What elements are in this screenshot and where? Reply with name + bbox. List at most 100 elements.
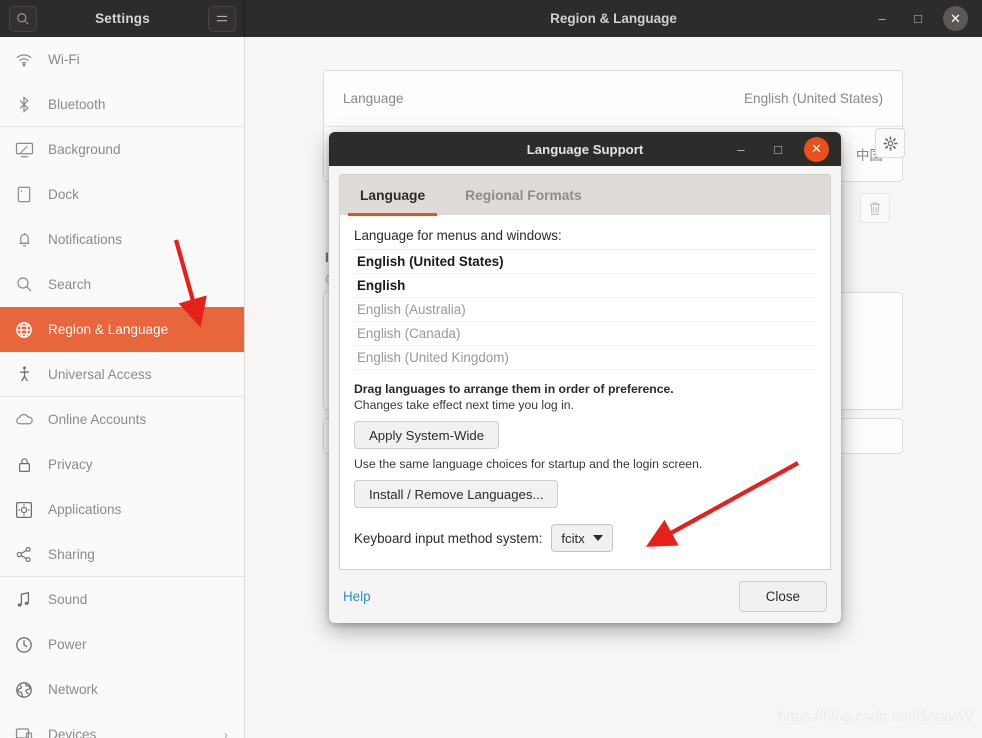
main-headerbar: Region & Language – □ ✕ (245, 0, 982, 37)
sidebar-item-background[interactable]: Background (0, 127, 244, 172)
watermark: https://blog.csdn.net/djstavaV (778, 708, 974, 725)
sidebar-item-label: Privacy (48, 457, 93, 472)
dialog-tabs: Language Regional Formats (339, 174, 831, 216)
network-globe-icon (14, 681, 34, 699)
apply-system-wide-button[interactable]: Apply System-Wide (354, 421, 500, 449)
sidebar-item-label: Bluetooth (48, 96, 106, 112)
sidebar-item-online-accounts[interactable]: Online Accounts (0, 397, 244, 442)
list-item[interactable]: English (Canada) (354, 322, 816, 346)
language-row[interactable]: Language English (United States) (324, 71, 902, 126)
input-method-row: Keyboard input method system: fcitx (354, 524, 816, 552)
dialog-window-controls: – □ ✕ (730, 136, 841, 162)
close-dialog-button[interactable]: Close (738, 581, 827, 612)
drag-hint-bold: Drag languages to arrange them in order … (354, 382, 674, 396)
input-method-dropdown[interactable]: fcitx (551, 524, 613, 552)
install-remove-languages-button[interactable]: Install / Remove Languages... (354, 480, 559, 508)
list-item[interactable]: English (354, 274, 816, 298)
chevron-right-icon: › (224, 727, 228, 738)
sidebar-item-label: Background (48, 142, 121, 157)
minimize-button[interactable]: – (871, 8, 893, 30)
drag-hint: Changes take effect next time you log in… (354, 398, 574, 412)
sidebar-item-sound[interactable]: Sound (0, 577, 244, 622)
language-row-value: English (United States) (743, 91, 883, 106)
maximize-button[interactable]: □ (907, 8, 929, 30)
help-link[interactable]: Help (343, 589, 371, 604)
sidebar-item-devices[interactable]: Devices › (0, 712, 244, 738)
sidebar-item-power[interactable]: Power (0, 622, 244, 667)
sidebar-item-label: Network (48, 682, 98, 697)
sidebar-item-label: Region & Language (48, 322, 169, 337)
dialog-close-button[interactable]: ✕ (804, 136, 829, 162)
search-icon (14, 276, 34, 293)
dialog-maximize-button[interactable]: □ (767, 138, 789, 160)
sidebar-item-universal-access[interactable]: Universal Access (0, 352, 244, 397)
sidebar-item-notifications[interactable]: Notifications (0, 217, 244, 262)
cloud-icon (14, 413, 34, 427)
sidebar: Wi-Fi Bluetooth Background Dock Notifica… (0, 37, 245, 738)
tab-regional-formats[interactable]: Regional Formats (445, 175, 602, 216)
input-method-label: Keyboard input method system: (354, 530, 543, 546)
sidebar-item-search[interactable]: Search (0, 262, 244, 307)
accessibility-icon (14, 365, 34, 383)
panel-label: Language for menus and windows: (354, 228, 562, 243)
sidebar-item-wifi[interactable]: Wi-Fi (0, 37, 244, 82)
search-button[interactable] (9, 5, 37, 32)
language-row-label: Language (343, 91, 404, 106)
sidebar-item-dock[interactable]: Dock (0, 172, 244, 217)
dialog-minimize-button[interactable]: – (730, 138, 752, 160)
dialog-footer: Help Close (329, 570, 841, 623)
gear-icon (882, 135, 898, 151)
settings-title: Settings (95, 11, 150, 26)
power-icon (14, 636, 34, 654)
sidebar-item-bluetooth[interactable]: Bluetooth (0, 82, 244, 127)
bluetooth-icon (14, 95, 34, 113)
background-icon (14, 142, 34, 158)
dialog-content: Language Regional Formats Language for m… (329, 166, 841, 570)
chevron-down-icon (592, 535, 603, 541)
list-item[interactable]: English (United States) (354, 250, 816, 274)
window-controls: – □ ✕ (871, 6, 982, 31)
search-icon (17, 12, 29, 25)
lock-icon (14, 456, 34, 474)
sidebar-item-label: Notifications (48, 232, 123, 247)
sidebar-item-label: Search (48, 277, 92, 292)
bell-icon (14, 231, 34, 248)
apply-hint: Use the same language choices for startu… (354, 457, 703, 471)
sidebar-headerbar: Settings (0, 0, 245, 37)
input-method-value: fcitx (561, 530, 585, 546)
dock-icon (14, 186, 34, 203)
sidebar-item-label: Dock (48, 187, 79, 202)
sidebar-item-label: Applications (48, 502, 122, 517)
applications-icon (14, 501, 34, 519)
language-support-dialog: Language Support – □ ✕ Language Regional… (329, 132, 841, 623)
globe-icon (14, 321, 34, 339)
sidebar-item-label: Sound (48, 592, 88, 607)
sidebar-item-network[interactable]: Network (0, 667, 244, 712)
sidebar-item-label: Universal Access (48, 366, 152, 382)
screen: Settings Region & Language – □ ✕ Wi-Fi B… (0, 0, 982, 738)
dialog-titlebar: Language Support – □ ✕ (329, 132, 841, 166)
hamburger-menu-icon (216, 15, 228, 21)
wifi-icon (14, 53, 34, 67)
sidebar-item-label: Wi-Fi (48, 52, 80, 67)
list-item[interactable]: English (Australia) (354, 298, 816, 322)
sound-note-icon (14, 591, 34, 609)
language-list[interactable]: English (United States) English English … (354, 249, 816, 370)
sidebar-item-label: Online Accounts (48, 412, 147, 427)
sidebar-item-label: Devices (48, 727, 97, 738)
sidebar-item-applications[interactable]: Applications (0, 487, 244, 532)
devices-icon (14, 727, 34, 738)
trash-icon (869, 201, 881, 215)
language-tab-panel: Language for menus and windows: English … (339, 215, 831, 570)
sidebar-item-region-and-language[interactable]: Region & Language (0, 307, 244, 352)
menu-button[interactable] (208, 5, 236, 32)
sidebar-item-label: Sharing (48, 546, 95, 562)
settings-gear-button[interactable] (875, 128, 905, 158)
sidebar-item-privacy[interactable]: Privacy (0, 442, 244, 487)
remove-input-source-button[interactable] (860, 193, 890, 223)
tab-language[interactable]: Language (340, 175, 445, 216)
sidebar-item-label: Power (48, 637, 87, 652)
sidebar-item-sharing[interactable]: Sharing (0, 532, 244, 577)
list-item[interactable]: English (United Kingdom) (354, 346, 816, 370)
close-button[interactable]: ✕ (943, 6, 968, 31)
